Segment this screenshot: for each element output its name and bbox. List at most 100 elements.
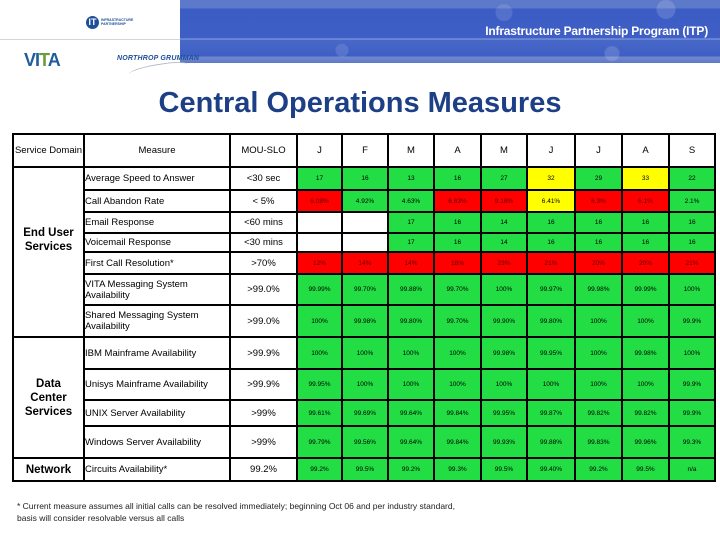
monthly-value-green: 13 (387, 166, 435, 191)
column-header: Measure (83, 133, 231, 168)
monthly-value-blank (296, 232, 343, 253)
monthly-value-yellow: 33 (621, 166, 670, 191)
measure-name: Average Speed to Answer (83, 166, 231, 191)
monthly-value-green: 100% (526, 368, 576, 401)
monthly-value-green: 99.40% (526, 457, 576, 482)
column-header: J (296, 133, 343, 168)
monthly-value-green: 100% (574, 336, 623, 370)
monthly-value-green: 27 (480, 166, 528, 191)
monthly-value-green: 99.9% (668, 399, 716, 427)
monthly-value-red: 21% (668, 251, 716, 275)
monthly-value-green: 16 (433, 166, 482, 191)
monthly-value-red: 20% (574, 251, 623, 275)
monthly-value-green: 99.5% (621, 457, 670, 482)
monthly-value-green: 99.69% (341, 399, 389, 427)
itp-logo: IT INFRASTRUCTURE PARTNERSHIP (86, 12, 134, 32)
monthly-value-green: 100% (668, 336, 716, 370)
banner-title: Infrastructure Partnership Program (ITP) (485, 24, 708, 38)
measure-name: Windows Server Availability (83, 425, 231, 459)
monthly-value-green: 99.64% (387, 425, 435, 459)
monthly-value-green: 99.5% (341, 457, 389, 482)
service-domain-cell: Data Center Services (12, 336, 85, 459)
mou-slo-target: >99.0% (229, 273, 298, 306)
monthly-value-green: 99.64% (387, 399, 435, 427)
monthly-value-green: 99.98% (341, 304, 389, 338)
monthly-value-green: 99.3% (668, 425, 716, 459)
column-header: MOU-SLO (229, 133, 298, 168)
table-row: Windows Server Availability >99% 99.79% 99.… (13, 425, 716, 459)
monthly-value-green: 16 (433, 211, 482, 234)
monthly-value-yellow: 32 (526, 166, 576, 191)
monthly-value-green: 99.95% (526, 336, 576, 370)
table-row: Call Abandon Rate < 5% 6.08% 4.92% 4.63% 6.63… (13, 189, 716, 213)
measures-table: Service Domain Measure MOU-SLO J F M A M J J A S En… (12, 133, 716, 482)
monthly-value-red: 6.1% (621, 189, 670, 213)
mou-slo-target: >99% (229, 399, 298, 427)
mou-slo-target: < 5% (229, 189, 298, 213)
monthly-value-green: 99.9% (668, 304, 716, 338)
monthly-value-green: 99.96% (621, 425, 670, 459)
table-row: Email Response <60 mins 17 16 14 16 16 16 16 (13, 211, 716, 234)
monthly-value-green: 99.93% (480, 425, 528, 459)
column-header: J (526, 133, 576, 168)
page-title: Central Operations Measures (158, 87, 562, 119)
monthly-value-green: 29 (574, 166, 623, 191)
monthly-value-green: 99.80% (387, 304, 435, 338)
monthly-value-red: 6.3% (574, 189, 623, 213)
monthly-value-red: 12% (296, 251, 343, 275)
monthly-value-green: 99.3% (433, 457, 482, 482)
monthly-value-green: 99.95% (296, 368, 343, 401)
column-header: S (668, 133, 716, 168)
monthly-value-green: 100% (621, 368, 670, 401)
monthly-value-green: 100% (341, 368, 389, 401)
monthly-value-green: 99.98% (480, 336, 528, 370)
service-domain-cell: Network (12, 457, 85, 482)
monthly-value-green: 17 (387, 232, 435, 253)
monthly-value-green: 100% (341, 336, 389, 370)
monthly-value-green: 99.56% (341, 425, 389, 459)
monthly-value-green: 99.80% (526, 304, 576, 338)
measure-name: IBM Mainframe Availability (83, 336, 231, 370)
monthly-value-green: 99.70% (433, 304, 482, 338)
monthly-value-green: 99.70% (341, 273, 389, 306)
monthly-value-yellow: 6.41% (526, 189, 576, 213)
monthly-value-green: 99.82% (574, 399, 623, 427)
monthly-value-blank (341, 211, 389, 234)
mou-slo-target: >99.0% (229, 304, 298, 338)
itp-logo-text: INFRASTRUCTURE PARTNERSHIP (101, 18, 134, 26)
monthly-value-green: 14 (480, 211, 528, 234)
monthly-value-green: 99.97% (526, 273, 576, 306)
northrop-grumman-logo: NORTHROP GRUMMAN (117, 55, 200, 62)
itp-logo-icon: IT (86, 15, 99, 29)
monthly-value-green: 99.82% (621, 399, 670, 427)
measure-name: Circuits Availability* (83, 457, 231, 482)
column-header: M (480, 133, 528, 168)
monthly-value-green: 99.79% (296, 425, 343, 459)
monthly-value-green: 4.92% (341, 189, 389, 213)
table-row: End User Services Average Speed to Answer… (12, 166, 716, 338)
monthly-value-green: 99.99% (621, 273, 670, 306)
monthly-value-green: 16 (526, 211, 576, 234)
service-domain-cell: End User Services (12, 166, 85, 338)
mou-slo-target: <60 mins (229, 211, 298, 234)
measure-name: Email Response (83, 211, 231, 234)
monthly-value-green: 99.2% (296, 457, 343, 482)
monthly-value-green: 99.2% (387, 457, 435, 482)
monthly-value-green: 17 (387, 211, 435, 234)
column-header: A (621, 133, 670, 168)
footnote-line-1: * Current measure assumes all initial ca… (17, 501, 455, 511)
monthly-value-red: 6.63% (433, 189, 482, 213)
mou-slo-target: >70% (229, 251, 298, 275)
mou-slo-target: >99.9% (229, 336, 298, 370)
measure-name: First Call Resolution* (83, 251, 231, 275)
table-row: VITA Messaging System Availability >99.0%… (13, 273, 716, 306)
monthly-value-green: 99.95% (480, 399, 528, 427)
monthly-value-blank (341, 232, 389, 253)
column-header: M (387, 133, 435, 168)
mou-slo-target: <30 mins (229, 232, 298, 253)
monthly-value-green: 100% (387, 336, 435, 370)
monthly-value-blank (296, 211, 343, 234)
monthly-value-green: 99.83% (574, 425, 623, 459)
monthly-value-red: 23% (480, 251, 528, 275)
table-row: Voicemail Response <30 mins 17 16 14 16 16 16 16 (13, 232, 716, 253)
